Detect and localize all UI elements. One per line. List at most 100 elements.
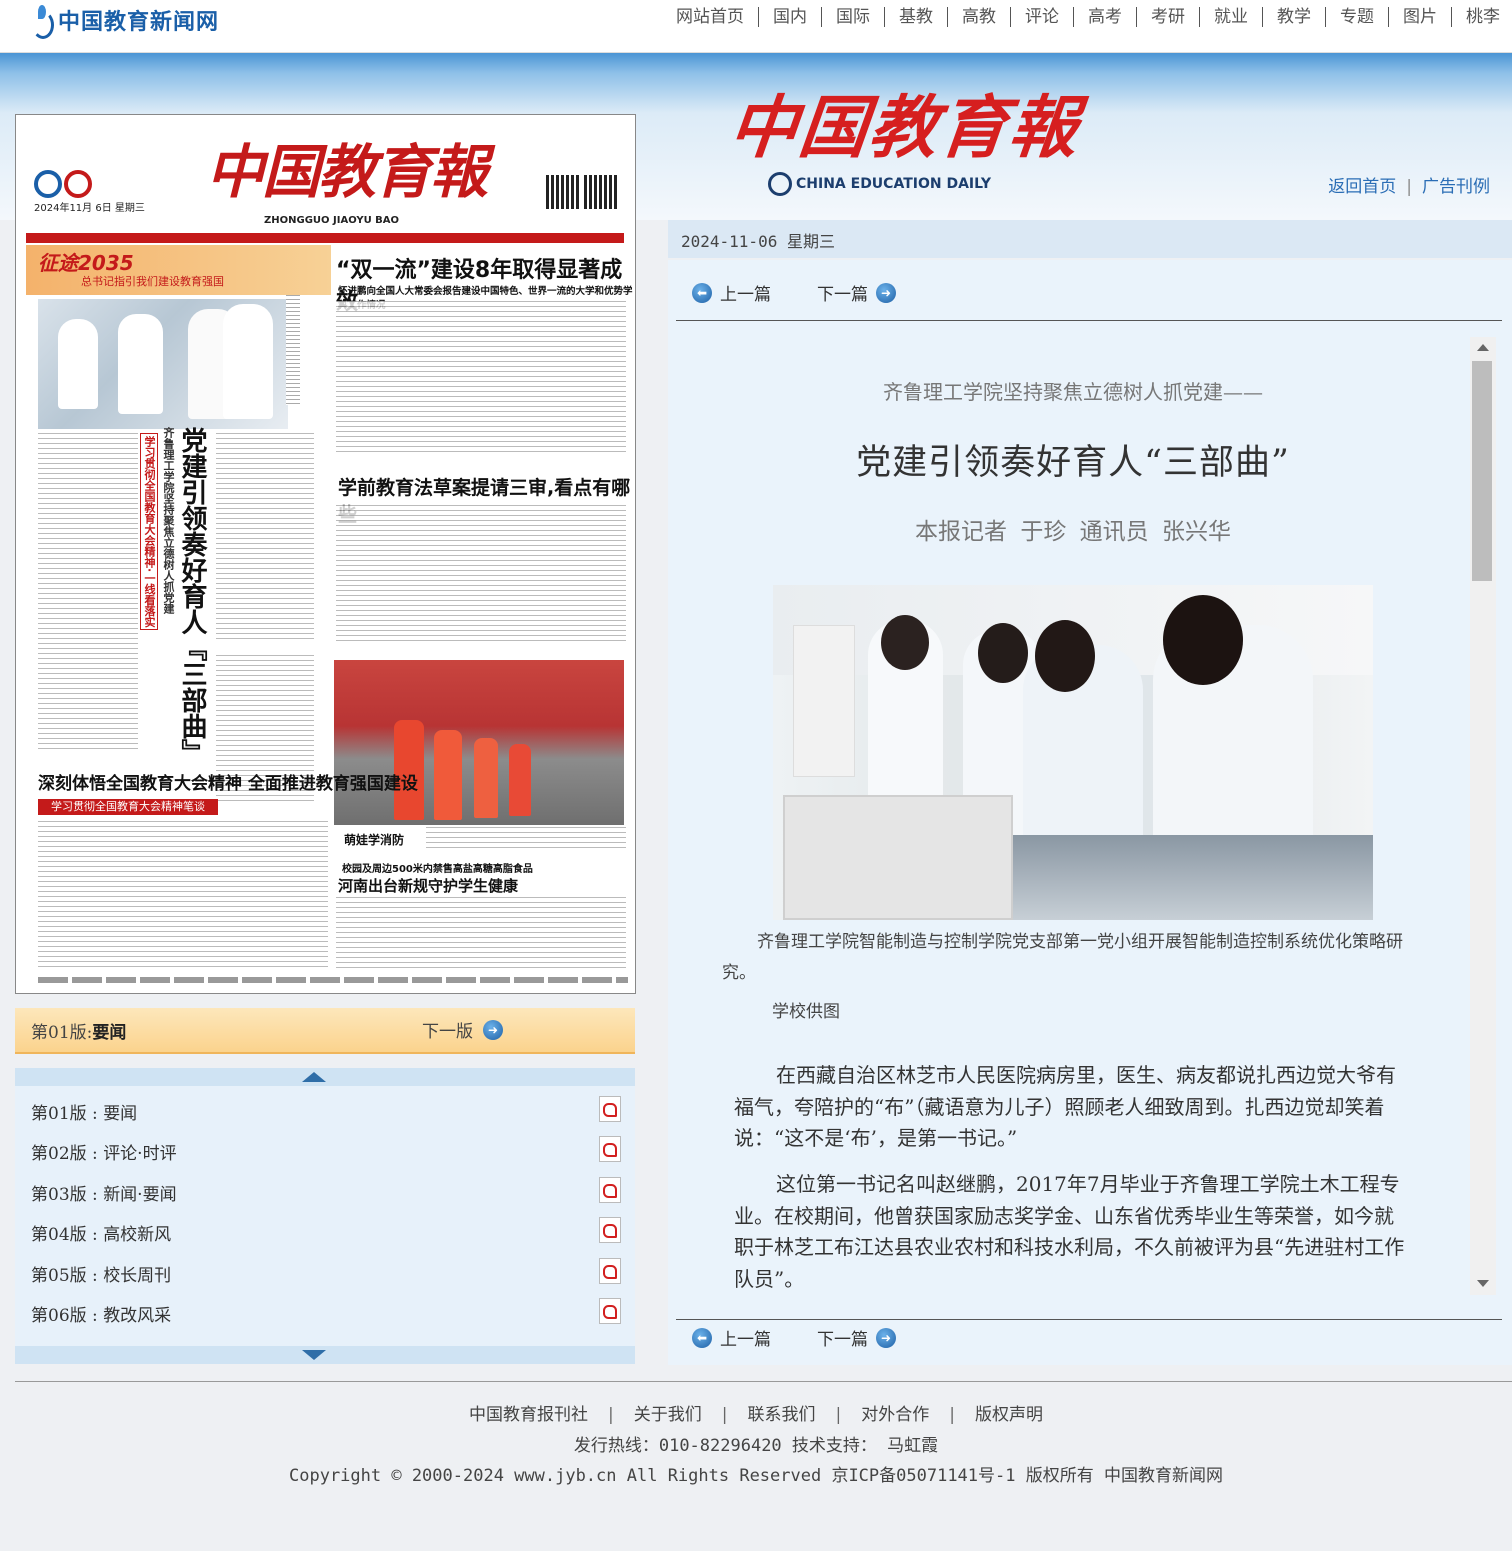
paper-pinyin: ZHONGGUO JIAOYU BAO (264, 215, 400, 226)
photo-caption: 齐鲁理工学院智能制造与控制学院党支部第一党小组开展智能制造控制系统优化策略研究。 (722, 932, 1403, 983)
paper-text-column (426, 827, 626, 849)
next-article-link[interactable]: 下一篇 (817, 1325, 868, 1350)
pdf-icon[interactable] (599, 1217, 621, 1243)
pdf-icon[interactable] (599, 1298, 621, 1324)
pdf-icon[interactable] (599, 1096, 621, 1122)
qr-code-icon (584, 175, 618, 209)
nav-domestic[interactable]: 国内 (759, 7, 822, 27)
paper-text-column (336, 505, 626, 645)
masthead-title: 中国教育報 (725, 88, 1084, 168)
nav-higher-edu[interactable]: 高教 (948, 7, 1011, 27)
paper-headline-3-band: 学习贯彻全国教育大会精神笔谈 (38, 799, 218, 815)
current-edition: 第01版:要闻 (31, 1018, 126, 1043)
scroll-down-button[interactable] (15, 1346, 635, 1364)
next-article-link[interactable]: 下一篇 (817, 280, 868, 305)
article-scrollbar[interactable] (1470, 337, 1496, 1295)
edition-number: 第04版 (31, 1225, 87, 1245)
edition-item[interactable]: 第02版 : 评论·时评 (31, 1136, 621, 1166)
edition-item[interactable]: 第01版 : 要闻 (31, 1096, 621, 1126)
pdf-icon[interactable] (599, 1136, 621, 1162)
nav-special[interactable]: 专题 (1326, 7, 1389, 27)
nav-teaching[interactable]: 教学 (1263, 7, 1326, 27)
paper-headline-4: 河南出台新规守护学生健康 (338, 877, 519, 895)
edition-sep: : (92, 1266, 98, 1286)
paper-logo-icon (34, 170, 94, 198)
article-headline: 党建引领奏好育人“三部曲” (856, 443, 1290, 483)
article-pager-bottom: ⬅ 上一篇 下一篇 ➜ (692, 1325, 896, 1350)
nav-international[interactable]: 国际 (822, 7, 885, 27)
pdf-icon[interactable] (599, 1177, 621, 1203)
edition-sep: : (92, 1185, 98, 1205)
date-bar: 2024-11-06 星期三 (668, 220, 1512, 258)
edition-item[interactable]: 第03版 : 新闻·要闻 (31, 1177, 621, 1207)
footer-link-about[interactable]: 关于我们 (634, 1405, 702, 1425)
triangle-up-icon (302, 1072, 326, 1082)
edition-item[interactable]: 第05版 : 校长周刊 (31, 1258, 621, 1288)
article-byline: 本报记者 于珍 通讯员 张兴华 (915, 519, 1231, 545)
arrow-right-icon: ➜ (483, 1019, 503, 1040)
edition-name: 高校新风 (103, 1225, 172, 1245)
nav-home[interactable]: 网站首页 (662, 7, 759, 27)
paper-banner-title: 征途2035 (38, 251, 134, 275)
nav-commentary[interactable]: 评论 (1011, 7, 1074, 27)
prev-article-link[interactable]: 上一篇 (720, 1325, 771, 1350)
paper-text-column (216, 433, 314, 643)
paper-text-column (38, 433, 138, 753)
next-edition-label: 下一版 (422, 1022, 473, 1042)
site-logo[interactable]: 中国教育新闻网 (30, 4, 219, 39)
scroll-up-button[interactable] (15, 1068, 635, 1086)
pdf-icon[interactable] (599, 1258, 621, 1284)
main-nav: 网站首页 国内 国际 基教 高教 评论 高考 考研 就业 教学 专题 图片 桃李 (662, 7, 1504, 27)
edition-number: 第06版 (31, 1306, 87, 1326)
paper-banner: 征途2035 总书记指引我们建设教育强国 (26, 245, 331, 295)
scroll-up-arrow-icon[interactable] (1477, 344, 1489, 351)
edition-item[interactable]: 第06版 : 教改风采 (31, 1298, 621, 1328)
prev-article-link[interactable]: 上一篇 (720, 280, 771, 305)
edition-list: 第01版 : 要闻 第02版 : 评论·时评 第03版 : 新闻·要闻 第04版… (15, 1068, 635, 1364)
nav-basic-edu[interactable]: 基教 (885, 7, 948, 27)
newspaper-page-image[interactable]: 2024年11月 6日 星期三 中国教育報 ZHONGGUO JIAOYU BA… (15, 114, 636, 994)
paper-headline-3: 深刻体悟全国教育大会精神 全面推进教育强国建设 (38, 774, 418, 794)
paper-date: 2024年11月 6日 星期三 (34, 203, 145, 214)
nav-photos[interactable]: 图片 (1389, 7, 1452, 27)
footer-link-cooperation[interactable]: 对外合作 (861, 1405, 929, 1425)
scroll-down-arrow-icon[interactable] (1477, 1280, 1489, 1287)
paper-text-column (38, 821, 328, 971)
edition-item[interactable]: 第04版 : 高校新风 (31, 1217, 621, 1247)
paper-footer-line (38, 977, 628, 983)
arrow-right-icon[interactable]: ➜ (876, 282, 896, 303)
footer-link-copyright[interactable]: 版权声明 (975, 1405, 1043, 1425)
footer-link-org[interactable]: 中国教育报刊社 (469, 1405, 588, 1425)
arrow-left-icon[interactable]: ⬅ (692, 1327, 712, 1348)
top-links: 返回首页 | 广告刊例 (1328, 172, 1490, 197)
paper-side-column (286, 295, 300, 405)
issue-date: 2024-11-06 星期三 (681, 232, 835, 251)
ad-rates-link[interactable]: 广告刊例 (1422, 177, 1490, 197)
arrow-left-icon[interactable]: ⬅ (692, 282, 712, 303)
scrollbar-thumb[interactable] (1472, 361, 1492, 581)
back-home-link[interactable]: 返回首页 (1328, 177, 1396, 197)
triangle-down-icon (302, 1350, 326, 1360)
circle-logo-icon (768, 172, 792, 196)
nav-kaoyan[interactable]: 考研 (1137, 7, 1200, 27)
nav-gaokao[interactable]: 高考 (1074, 7, 1137, 27)
edition-name: 教改风采 (103, 1306, 172, 1326)
paper-header: 2024年11月 6日 星期三 中国教育報 ZHONGGUO JIAOYU BA… (16, 115, 635, 233)
paper-text-column (336, 897, 626, 971)
edition-number: 第02版 (31, 1144, 87, 1164)
current-edition-name: 要闻 (92, 1023, 127, 1043)
edition-number: 第03版 (31, 1185, 87, 1205)
arrow-right-icon[interactable]: ➜ (876, 1327, 896, 1348)
article-pager-top: ⬅ 上一篇 下一篇 ➜ (692, 280, 896, 305)
next-edition-link[interactable]: 下一版 ➜ (422, 1017, 503, 1042)
footer-link-contact[interactable]: 联系我们 (748, 1405, 816, 1425)
paper-photo2-caption: 萌娃学消防 (344, 833, 405, 847)
article-paragraph: 在西藏自治区林芝市人民医院病房里，医生、病友都说扎西边觉大爷有福气，夸陪护的“布… (734, 1063, 1396, 1150)
nav-jobs[interactable]: 就业 (1200, 7, 1263, 27)
article-paragraph: 这位第一书记名叫赵继鹏，2017年7月毕业于齐鲁理工学院土木工程专业。在校期间，… (734, 1172, 1405, 1291)
nav-taoli[interactable]: 桃李 (1452, 7, 1504, 27)
edition-name: 要闻 (103, 1104, 138, 1124)
current-edition-bar: 第01版:要闻 下一版 ➜ (15, 1008, 635, 1054)
edition-number: 第01版 (31, 1104, 87, 1124)
footer-hotline: 发行热线：010-82296420 技术支持： 马虹霞 (573, 1436, 939, 1456)
